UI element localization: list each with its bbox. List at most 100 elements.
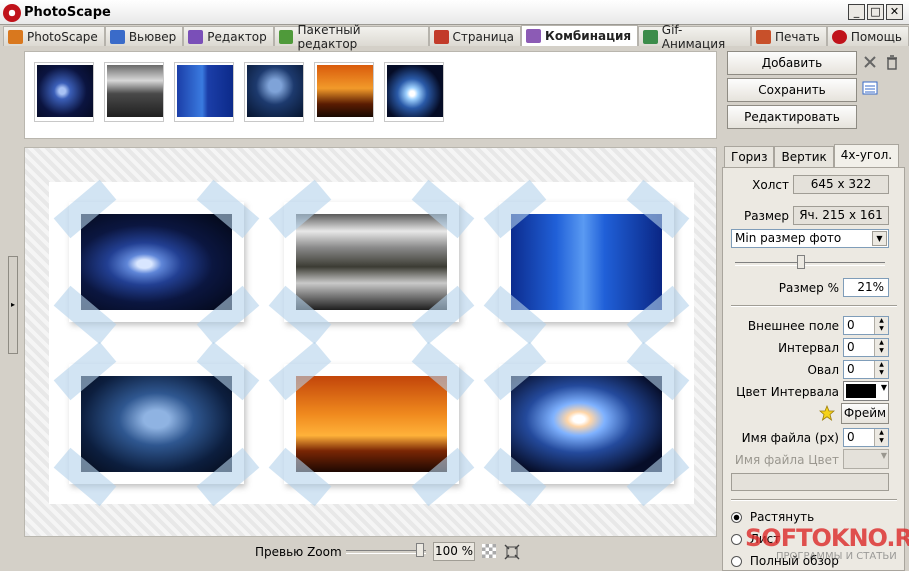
tab-help[interactable]: Помощь <box>826 26 909 46</box>
oval-value: 0 <box>847 362 855 376</box>
chevron-down-icon: ▼ <box>880 451 887 460</box>
page-icon <box>433 29 449 44</box>
maximize-button[interactable]: □ <box>867 4 884 20</box>
list-icon[interactable] <box>862 80 878 96</box>
photo-thumbnail[interactable] <box>34 62 94 122</box>
viewer-icon <box>109 29 125 44</box>
tab-vertical[interactable]: Вертик <box>774 146 834 167</box>
edit-button[interactable]: Редактировать <box>727 105 857 129</box>
combine-icon <box>526 29 542 43</box>
radio-stretch-label: Растянуть <box>749 510 815 524</box>
app-logo-icon <box>3 4 21 22</box>
outer-margin-label: Внешнее поле <box>747 319 839 333</box>
canvas-size-value: 645 x 322 <box>793 175 889 194</box>
tab-photoscape[interactable]: PhotoScape <box>3 26 105 46</box>
size-percent-label: Размер % <box>778 281 839 295</box>
editor-icon <box>188 29 204 44</box>
collage-photo <box>81 214 232 310</box>
tab-page[interactable]: Страница <box>428 26 522 46</box>
radio-icon <box>731 534 742 545</box>
size-mode-select[interactable]: Min размер фото ▼ <box>731 229 889 248</box>
collage-photo <box>296 214 447 310</box>
tab-label: Страница <box>452 29 515 44</box>
tab-label: Gif-Анимация <box>661 22 726 51</box>
collage-cell[interactable] <box>53 179 260 345</box>
oval-input[interactable]: 0 ▲ ▼ <box>843 360 889 379</box>
title-bar: PhotoScape _ □ ✕ <box>0 0 909 25</box>
radio-icon <box>731 556 742 567</box>
slider-thumb[interactable] <box>797 255 805 269</box>
photo-thumbnail[interactable] <box>314 62 374 122</box>
photo-thumbnail[interactable] <box>244 62 304 122</box>
size-slider[interactable] <box>735 255 885 269</box>
photoscape-icon <box>8 29 23 44</box>
app-title: PhotoScape <box>24 5 111 20</box>
collage-cell[interactable] <box>53 341 260 507</box>
photo-thumbnail[interactable] <box>174 62 234 122</box>
watermark-brand: SOFTOKNO.RU <box>745 524 909 552</box>
interval-color-label: Цвет Интервала <box>736 385 839 399</box>
close-button[interactable]: ✕ <box>886 4 903 20</box>
frame-button[interactable]: Фрейм <box>841 403 889 424</box>
canvas-label: Холст <box>752 178 789 192</box>
window-controls: _ □ ✕ <box>848 4 903 20</box>
size-percent-input[interactable]: 21% <box>843 278 889 297</box>
tab-label: Печать <box>774 29 820 44</box>
left-panel-toggle[interactable]: ▸ <box>8 256 18 354</box>
filename-color-picker: ▼ <box>843 449 889 469</box>
collage-photo <box>511 214 662 310</box>
photo-thumbnail[interactable] <box>104 62 164 122</box>
star-icon <box>819 405 835 421</box>
collage-cell[interactable] <box>268 341 475 507</box>
zoom-slider[interactable] <box>346 543 426 557</box>
tab-viewer[interactable]: Вьювер <box>104 26 184 46</box>
filename-color-label: Имя файла Цвет <box>734 453 839 467</box>
tab-label: PhotoScape <box>27 29 98 44</box>
tab-combine[interactable]: Комбинация <box>521 25 639 46</box>
spin-arrows-icon[interactable]: ▲ ▼ <box>874 429 888 446</box>
radio-selected-icon <box>731 512 742 523</box>
minimize-button[interactable]: _ <box>848 4 865 20</box>
spin-arrows-icon[interactable]: ▲ ▼ <box>874 361 888 378</box>
tab-label: Пакетный редактор <box>297 22 361 51</box>
filename-size-value: 0 <box>847 430 855 444</box>
fit-icon[interactable] <box>504 544 520 560</box>
trash-icon[interactable] <box>884 54 900 70</box>
interval-color-picker[interactable]: ▼ <box>843 381 889 401</box>
collage-cell[interactable] <box>483 341 690 507</box>
collage-cell[interactable] <box>483 179 690 345</box>
cell-size-value: Яч. 215 x 161 <box>793 206 889 225</box>
tab-print[interactable]: Печать <box>750 26 827 46</box>
batch-editor-icon <box>278 29 294 44</box>
collage-photo <box>511 376 662 472</box>
spin-arrows-icon[interactable]: ▲ ▼ <box>874 339 888 356</box>
tab-label: Вьювер <box>128 29 177 44</box>
filename-text-field <box>731 473 889 491</box>
interval-value: 0 <box>847 340 855 354</box>
tab-batch-editor[interactable]: Пакетный редактор <box>273 23 429 51</box>
radio-stretch[interactable]: Растянуть <box>731 510 814 524</box>
remove-icon[interactable] <box>862 54 878 70</box>
zoom-slider-thumb[interactable] <box>416 543 424 557</box>
tab-editor[interactable]: Редактор <box>183 26 274 46</box>
save-button[interactable]: Сохранить <box>727 78 857 102</box>
checker-icon[interactable] <box>482 544 496 558</box>
zoom-value: 100 % <box>433 542 475 561</box>
watermark-tagline: ПРОГРАММЫ И СТАТЬИ <box>776 551 897 562</box>
filename-size-input[interactable]: 0 ▲ ▼ <box>843 428 889 447</box>
oval-label: Овал <box>807 363 839 377</box>
interval-input[interactable]: 0 ▲ ▼ <box>843 338 889 357</box>
tab-grid-4[interactable]: 4х-угол. <box>833 144 900 167</box>
photo-thumbnail-strip <box>24 51 717 139</box>
printer-icon <box>755 29 771 44</box>
tab-gif-animation[interactable]: Gif-Анимация <box>638 23 751 51</box>
chevron-down-icon: ▼ <box>872 231 887 246</box>
add-button[interactable]: Добавить <box>727 51 857 75</box>
filename-label: Имя файла (px) <box>741 431 839 445</box>
spin-arrows-icon[interactable]: ▲ ▼ <box>874 317 888 334</box>
collage-cell[interactable] <box>268 179 475 345</box>
tab-horizontal[interactable]: Гориз <box>724 146 775 167</box>
outer-margin-input[interactable]: 0 ▲ ▼ <box>843 316 889 335</box>
collage-photo <box>296 376 447 472</box>
photo-thumbnail[interactable] <box>384 62 444 122</box>
